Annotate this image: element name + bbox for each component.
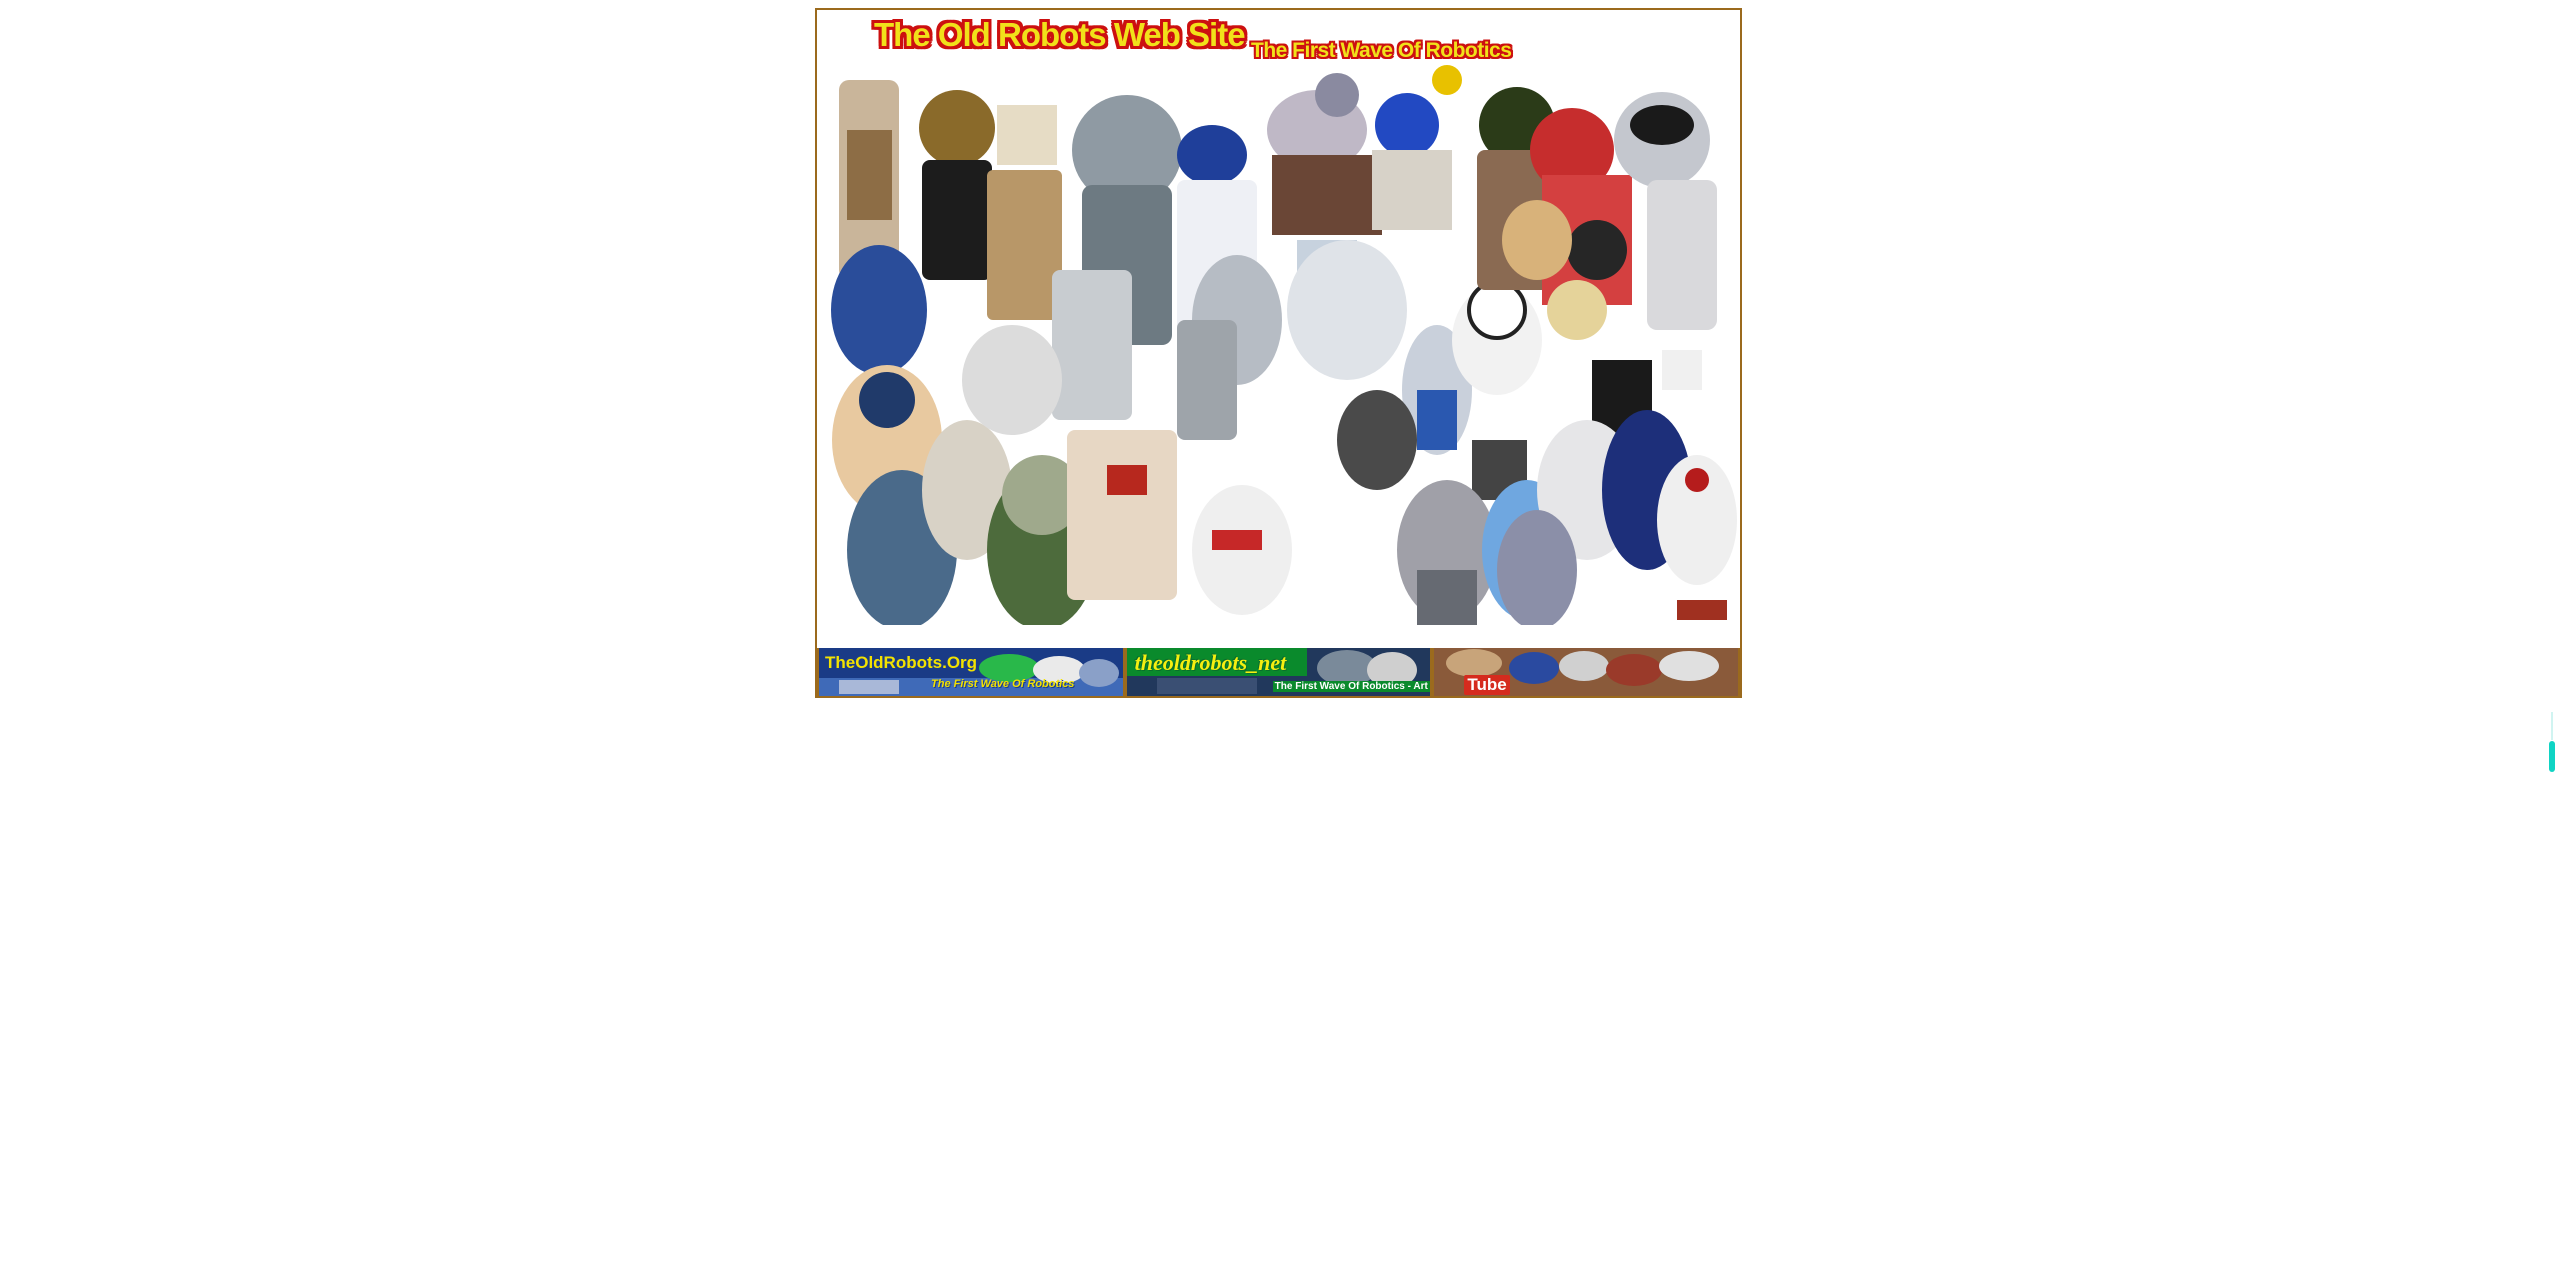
robot-collage-hero[interactable]: The Old Robots Web Site The First Wave O… [817,10,1740,646]
banner-org-subtitle: The First Wave Of Robotics [931,678,1075,690]
banner-youtube[interactable]: Tube [1434,648,1739,696]
banner-youtube-label: Tube [1464,675,1510,695]
banner-theoldrobots-net[interactable]: theoldrobots_net The First Wave Of Robot… [1126,648,1431,696]
banner-net-subtitle: The First Wave Of Robotics - Art [1272,681,1430,692]
banner-net-title: theoldrobots_net [1134,650,1287,675]
robot-collage-image [817,65,1740,646]
site-title[interactable]: The Old Robots Web Site [874,16,1246,54]
banner-theoldrobots-org[interactable]: TheOldRobots.Org The First Wave Of Robot… [819,648,1123,696]
scroll-indicator-icon[interactable] [2549,741,2555,772]
scroll-track[interactable] [2551,712,2553,740]
banner-org-title: TheOldRobots.Org [825,653,978,672]
banner-links-row: TheOldRobots.Org The First Wave Of Robot… [817,648,1740,696]
site-subtitle: The First Wave Of Robotics [1251,39,1512,62]
site-frame: The Old Robots Web Site The First Wave O… [815,8,1742,698]
